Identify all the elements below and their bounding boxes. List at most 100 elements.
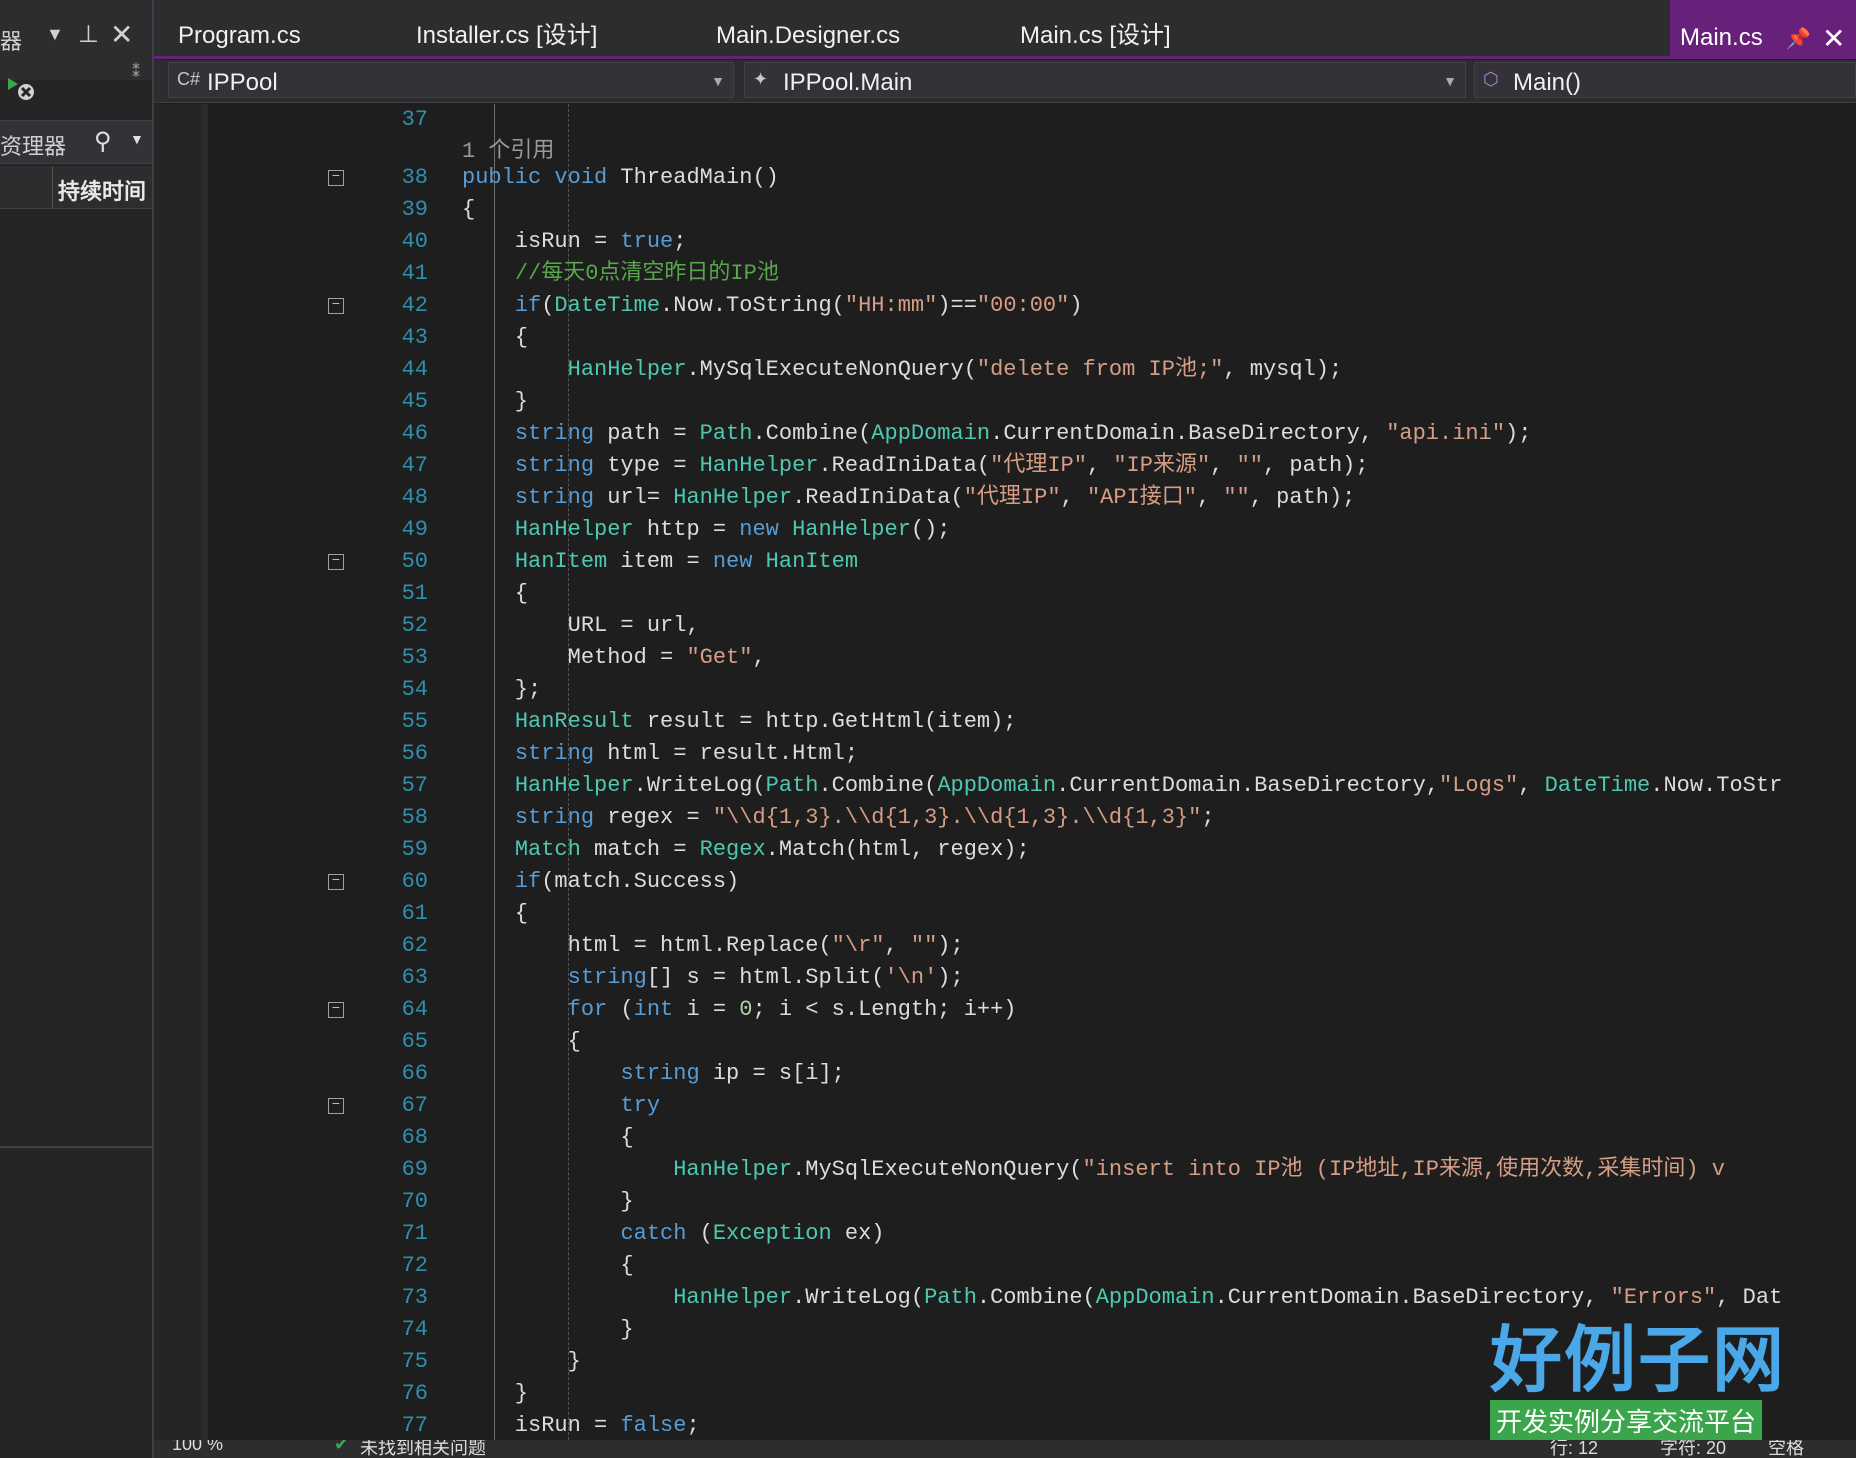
stop-debug-icon[interactable] [6,76,36,102]
code-editor[interactable]: 37 1 个引用 38− public void ThreadMain() 39{40 … [154,104,1856,1440]
code-text[interactable]: } [462,1378,528,1410]
collapse-toggle-icon[interactable]: − [328,1098,344,1114]
code-line[interactable]: 68 { [154,1122,1856,1154]
code-line[interactable]: 39 { [154,194,1856,226]
code-text[interactable]: } [462,1314,633,1346]
code-line[interactable]: 59 Match match = Regex.Match(html, regex… [154,834,1856,866]
code-text[interactable]: HanItem item = new HanItem [462,546,858,578]
code-text[interactable]: isRun = true; [462,226,687,258]
issues-status[interactable]: 未找到相关问题 [360,1440,486,1458]
code-text[interactable]: { [462,578,528,610]
code-line[interactable]: 56 string html = result.Html; [154,738,1856,770]
project-dropdown[interactable]: C# IPPool ▼ [168,62,734,98]
code-text[interactable]: HanHelper.MySqlExecuteNonQuery("insert i… [462,1154,1725,1186]
code-text[interactable]: HanHelper http = new HanHelper(); [462,514,951,546]
code-line[interactable]: 46 string path = Path.Combine(AppDomain.… [154,418,1856,450]
collapse-toggle-icon[interactable]: − [328,170,344,186]
code-text[interactable]: { [462,1250,633,1282]
code-line[interactable]: 70 } [154,1186,1856,1218]
code-line[interactable]: 63 string[] s = html.Split('\n'); [154,962,1856,994]
tab-main-design[interactable]: Main.cs [设计] [1010,0,1181,58]
code-text[interactable]: string ip = s[i]; [462,1058,844,1090]
tab-program-cs[interactable]: Program.cs [168,0,311,58]
code-line[interactable]: 51 { [154,578,1856,610]
tab-installer-design[interactable]: Installer.cs [设计] [406,0,607,58]
code-line[interactable]: 64 − for (int i = 0; i < s.Length; i++) [154,994,1856,1026]
code-text[interactable]: { [462,1122,633,1154]
code-text[interactable]: { [462,194,475,226]
column-divider[interactable] [52,166,53,208]
code-text[interactable]: string path = Path.Combine(AppDomain.Cur… [462,418,1532,450]
code-text[interactable]: string type = HanHelper.ReadIniData("代理I… [462,450,1369,482]
code-text[interactable]: try [462,1090,660,1122]
search-dropdown-icon[interactable]: ▼ [130,131,144,147]
code-text[interactable]: HanHelper.MySqlExecuteNonQuery("delete f… [462,354,1343,386]
search-icon[interactable]: ⚲ [94,127,112,156]
collapse-toggle-icon[interactable]: − [328,874,344,890]
tab-close-icon[interactable]: ✕ [1822,22,1845,55]
overflow-icon[interactable]: ⁑ [132,62,140,82]
close-icon[interactable]: ✕ [110,18,133,51]
indent-mode[interactable]: 空格 [1768,1440,1804,1458]
code-text[interactable]: HanHelper.WriteLog(Path.Combine(AppDomai… [462,770,1782,802]
code-line[interactable]: 54 }; [154,674,1856,706]
code-line[interactable]: 37 [154,104,1856,136]
code-text[interactable]: } [462,1186,633,1218]
code-text[interactable]: HanResult result = http.GetHtml(item); [462,706,1017,738]
code-text[interactable]: html = html.Replace("\r", ""); [462,930,964,962]
code-text[interactable]: public void ThreadMain() [462,162,779,194]
code-text[interactable]: HanHelper.WriteLog(Path.Combine(AppDomai… [462,1282,1782,1314]
code-line[interactable]: 42 − if(DateTime.Now.ToString("HH:mm")=="… [154,290,1856,322]
code-line[interactable]: 41 //每天0点清空昨日的IP池 [154,258,1856,290]
code-text[interactable]: for (int i = 0; i < s.Length; i++) [462,994,1017,1026]
code-line[interactable]: 66 string ip = s[i]; [154,1058,1856,1090]
code-line[interactable]: 65 { [154,1026,1856,1058]
code-text[interactable]: string regex = "\\d{1,3}.\\d{1,3}.\\d{1,… [462,802,1215,834]
code-line[interactable]: 53 Method = "Get", [154,642,1856,674]
tab-main-designer-cs[interactable]: Main.Designer.cs [706,0,910,58]
code-line[interactable]: 45 } [154,386,1856,418]
code-text[interactable]: string url= HanHelper.ReadIniData("代理IP"… [462,482,1356,514]
code-line[interactable]: 69 HanHelper.MySqlExecuteNonQuery("inser… [154,1154,1856,1186]
code-text[interactable]: Match match = Regex.Match(html, regex); [462,834,1030,866]
code-line[interactable]: 72 { [154,1250,1856,1282]
code-text[interactable]: if(DateTime.Now.ToString("HH:mm")=="00:0… [462,290,1083,322]
code-text[interactable]: isRun = false; [462,1410,700,1442]
code-text[interactable]: { [462,322,528,354]
code-text[interactable]: string html = result.Html; [462,738,858,770]
column-header-duration[interactable]: 持续时间 [58,174,146,206]
code-line[interactable]: 71 catch (Exception ex) [154,1218,1856,1250]
panel-dropdown-icon[interactable]: ▼ [46,24,64,45]
code-text[interactable]: } [462,386,528,418]
code-line[interactable]: 57 HanHelper.WriteLog(Path.Combine(AppDo… [154,770,1856,802]
code-text[interactable]: //每天0点清空昨日的IP池 [462,258,779,290]
code-line[interactable]: 58 string regex = "\\d{1,3}.\\d{1,3}.\\d… [154,802,1856,834]
code-line[interactable]: 73 HanHelper.WriteLog(Path.Combine(AppDo… [154,1282,1856,1314]
code-line[interactable]: 61 { [154,898,1856,930]
member-dropdown[interactable]: ⬡ Main() [1474,62,1856,98]
class-dropdown[interactable]: ✦ IPPool.Main ▼ [744,62,1466,98]
code-text[interactable]: catch (Exception ex) [462,1218,884,1250]
code-text[interactable]: if(match.Success) [462,866,739,898]
code-line[interactable]: 50 − HanItem item = new HanItem [154,546,1856,578]
pin-icon[interactable]: ⊥ [78,20,99,49]
code-line[interactable]: 43 { [154,322,1856,354]
code-text[interactable]: }; [462,674,541,706]
code-text[interactable]: string[] s = html.Split('\n'); [462,962,964,994]
code-text[interactable]: } [462,1346,581,1378]
code-line[interactable]: 38 − public void ThreadMain() [154,162,1856,194]
code-line[interactable]: 55 HanResult result = http.GetHtml(item)… [154,706,1856,738]
code-line[interactable]: 44 HanHelper.MySqlExecuteNonQuery("delet… [154,354,1856,386]
code-line[interactable]: 49 HanHelper http = new HanHelper(); [154,514,1856,546]
collapse-toggle-icon[interactable]: − [328,554,344,570]
code-line[interactable]: 40 isRun = true; [154,226,1856,258]
code-line[interactable]: 52 URL = url, [154,610,1856,642]
code-line[interactable]: 60 − if(match.Success) [154,866,1856,898]
code-text[interactable]: { [462,1026,581,1058]
code-text[interactable]: URL = url, [462,610,700,642]
code-text[interactable]: Method = "Get", [462,642,766,674]
tab-pin-icon[interactable]: 📌 [1786,26,1811,51]
code-line[interactable]: 67 − try [154,1090,1856,1122]
zoom-level[interactable]: 100 % [172,1440,223,1455]
collapse-toggle-icon[interactable]: − [328,298,344,314]
